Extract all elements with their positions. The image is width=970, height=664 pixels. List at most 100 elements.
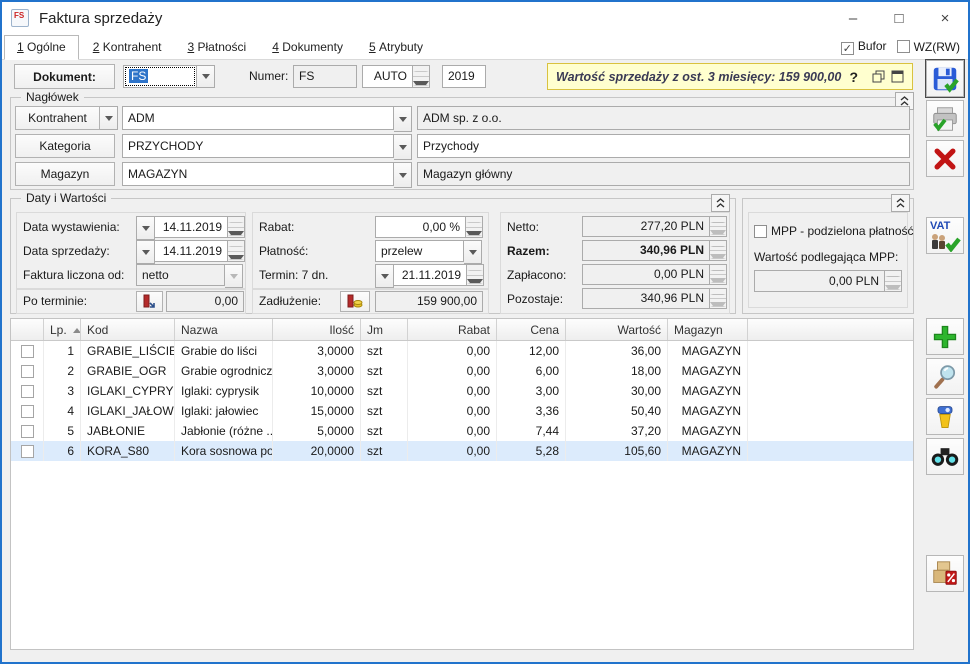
- dokument-combo-arrow[interactable]: [197, 65, 215, 88]
- numer-auto-spinner[interactable]: [413, 65, 430, 88]
- delete-item-button[interactable]: [926, 398, 964, 435]
- numer-auto-stepper[interactable]: AUTO: [362, 65, 430, 88]
- header-cena[interactable]: Cena: [497, 319, 566, 340]
- bufor-checkbox[interactable]: ✓Bufor: [841, 39, 887, 55]
- close-button[interactable]: ×: [922, 2, 968, 34]
- bufor-checkbox-box[interactable]: ✓: [841, 42, 854, 55]
- data-sprzedazy-picker[interactable]: 14.11.2019: [136, 240, 245, 262]
- maximize-panel-icon[interactable]: [891, 70, 904, 83]
- data-wystawienia-spinner[interactable]: [228, 216, 245, 238]
- mpp-value-label: Wartość podlegająca MPP:: [754, 250, 898, 264]
- debt-book-icon[interactable]: [340, 291, 370, 312]
- minimize-button[interactable]: –: [830, 2, 876, 34]
- table-row[interactable]: 4 IGLAKI_JAŁOWI... Iglaki: jałowiec 15,0…: [11, 401, 913, 421]
- termin-spinner[interactable]: [467, 264, 484, 286]
- wzrw-checkbox-box[interactable]: [897, 40, 910, 53]
- row-checkbox[interactable]: [21, 425, 34, 438]
- netto-spinner: [710, 216, 727, 237]
- tab-dokumenty[interactable]: 4 Dokumenty: [260, 36, 355, 59]
- trash-bin-icon: [931, 403, 959, 431]
- header-rabat[interactable]: Rabat: [408, 319, 497, 340]
- row-checkbox[interactable]: [21, 365, 34, 378]
- numer-label: Numer:: [249, 69, 288, 83]
- find-item-button[interactable]: [926, 438, 964, 475]
- tab-atrybuty[interactable]: 5 Atrybuty: [357, 36, 435, 59]
- mpp-collapse-button[interactable]: [891, 194, 910, 212]
- header-magazyn[interactable]: Magazyn: [668, 319, 748, 340]
- header-nazwa[interactable]: Nazwa: [175, 319, 273, 340]
- termin-picker[interactable]: 21.11.2019: [375, 264, 484, 286]
- mpp-checkbox-box[interactable]: [754, 225, 767, 238]
- daty-collapse-button[interactable]: [711, 194, 730, 212]
- zaplacono-spinner: [710, 264, 727, 285]
- data-wystawienia-calendar-arrow[interactable]: [136, 216, 155, 240]
- platnosc-combo-arrow[interactable]: [464, 240, 482, 264]
- mpp-value-group: 0,00 PLN: [754, 270, 902, 292]
- binoculars-icon: [930, 444, 960, 470]
- print-button[interactable]: [926, 100, 964, 137]
- restore-panel-icon[interactable]: [872, 70, 885, 83]
- maximize-button[interactable]: □: [876, 2, 922, 34]
- header-lp[interactable]: Lp.: [44, 319, 81, 340]
- rabat-stepper[interactable]: 0,00 %: [375, 216, 483, 238]
- tab-kontrahent[interactable]: 2 Kontrahent: [81, 36, 174, 59]
- wzrw-checkbox[interactable]: WZ(RW): [897, 40, 960, 54]
- termin-calendar-arrow[interactable]: [375, 264, 394, 288]
- numer-prefix-field: FS: [293, 65, 357, 88]
- table-row[interactable]: 1 GRABIE_LIŚCIE Grabie do liści 3,0000 s…: [11, 341, 913, 361]
- table-row[interactable]: 3 IGLAKI_CYPRYS Iglaki: cyprysik 10,0000…: [11, 381, 913, 401]
- edit-item-button[interactable]: [926, 358, 964, 395]
- data-wystawienia-picker[interactable]: 14.11.2019: [136, 216, 245, 238]
- kontrahent-button[interactable]: Kontrahent: [15, 106, 100, 130]
- data-sprzedazy-calendar-arrow[interactable]: [136, 240, 155, 264]
- platnosc-combo[interactable]: przelew: [375, 240, 482, 262]
- overdue-payments-icon[interactable]: [136, 291, 163, 312]
- rabat-spinner[interactable]: [466, 216, 483, 238]
- pozostaje-label: Pozostaje:: [507, 292, 563, 306]
- vat-icon: VAT: [929, 220, 961, 252]
- help-icon[interactable]: ?: [849, 69, 858, 85]
- kontrahent-combo-arrow[interactable]: [394, 106, 412, 132]
- kontrahent-button-arrow[interactable]: [100, 106, 118, 130]
- save-button[interactable]: [926, 60, 964, 97]
- row-checkbox[interactable]: [21, 445, 34, 458]
- kategoria-desc-field[interactable]: Przychody: [417, 134, 910, 158]
- discount-button[interactable]: [926, 555, 964, 592]
- tab-platnosci[interactable]: 3 Płatności: [175, 36, 258, 59]
- netto-label: Netto:: [507, 220, 539, 234]
- row-checkbox[interactable]: [21, 345, 34, 358]
- vat-register-button[interactable]: VAT: [926, 217, 964, 254]
- cancel-button[interactable]: [926, 140, 964, 177]
- header-select-column[interactable]: [11, 319, 44, 340]
- magazyn-code-combo[interactable]: MAGAZYN: [122, 162, 412, 186]
- zadluzenie-value: 159 900,00: [375, 291, 483, 312]
- header-empty: [748, 319, 913, 340]
- kategoria-code-combo[interactable]: PRZYCHODY: [122, 134, 412, 158]
- row-checkbox[interactable]: [21, 405, 34, 418]
- data-sprzedazy-spinner[interactable]: [228, 240, 245, 262]
- row-checkbox[interactable]: [21, 385, 34, 398]
- add-item-button[interactable]: [926, 318, 964, 355]
- numer-year-field[interactable]: 2019: [442, 65, 486, 88]
- header-kod[interactable]: Kod: [81, 319, 175, 340]
- kategoria-combo-arrow[interactable]: [394, 134, 412, 160]
- magazyn-button[interactable]: Magazyn: [15, 162, 115, 186]
- header-ilosc[interactable]: Ilość: [273, 319, 361, 340]
- table-row[interactable]: 2 GRABIE_OGR Grabie ogrodnicze 3,0000 sz…: [11, 361, 913, 381]
- liczona-od-label: Faktura liczona od:: [23, 268, 124, 282]
- table-row-selected[interactable]: 6 KORA_S80 Kora sosnowa po... 20,0000 sz…: [11, 441, 913, 461]
- header-wartosc[interactable]: Wartość: [566, 319, 668, 340]
- header-jm[interactable]: Jm: [361, 319, 408, 340]
- dokument-button[interactable]: Dokument:: [14, 64, 115, 89]
- dokument-schema-combo[interactable]: FS: [123, 65, 215, 88]
- zaplacono-value: 0,00 PLN: [582, 264, 710, 285]
- mpp-checkbox[interactable]: MPP - podzielona płatność: [754, 224, 914, 238]
- grid-header-row: Lp. Kod Nazwa Ilość Jm Rabat Cena Wartoś…: [11, 319, 913, 341]
- razem-label: Razem:: [507, 244, 550, 258]
- table-row[interactable]: 5 JABŁONIE Jabłonie (różne ... 5,0000 sz…: [11, 421, 913, 441]
- tab-ogolne[interactable]: 1 Ogólne: [4, 35, 79, 60]
- kontrahent-code-combo[interactable]: ADM: [122, 106, 412, 130]
- kategoria-button[interactable]: Kategoria: [15, 134, 115, 158]
- netto-value: 277,20 PLN: [582, 216, 710, 237]
- magazyn-combo-arrow[interactable]: [394, 162, 412, 188]
